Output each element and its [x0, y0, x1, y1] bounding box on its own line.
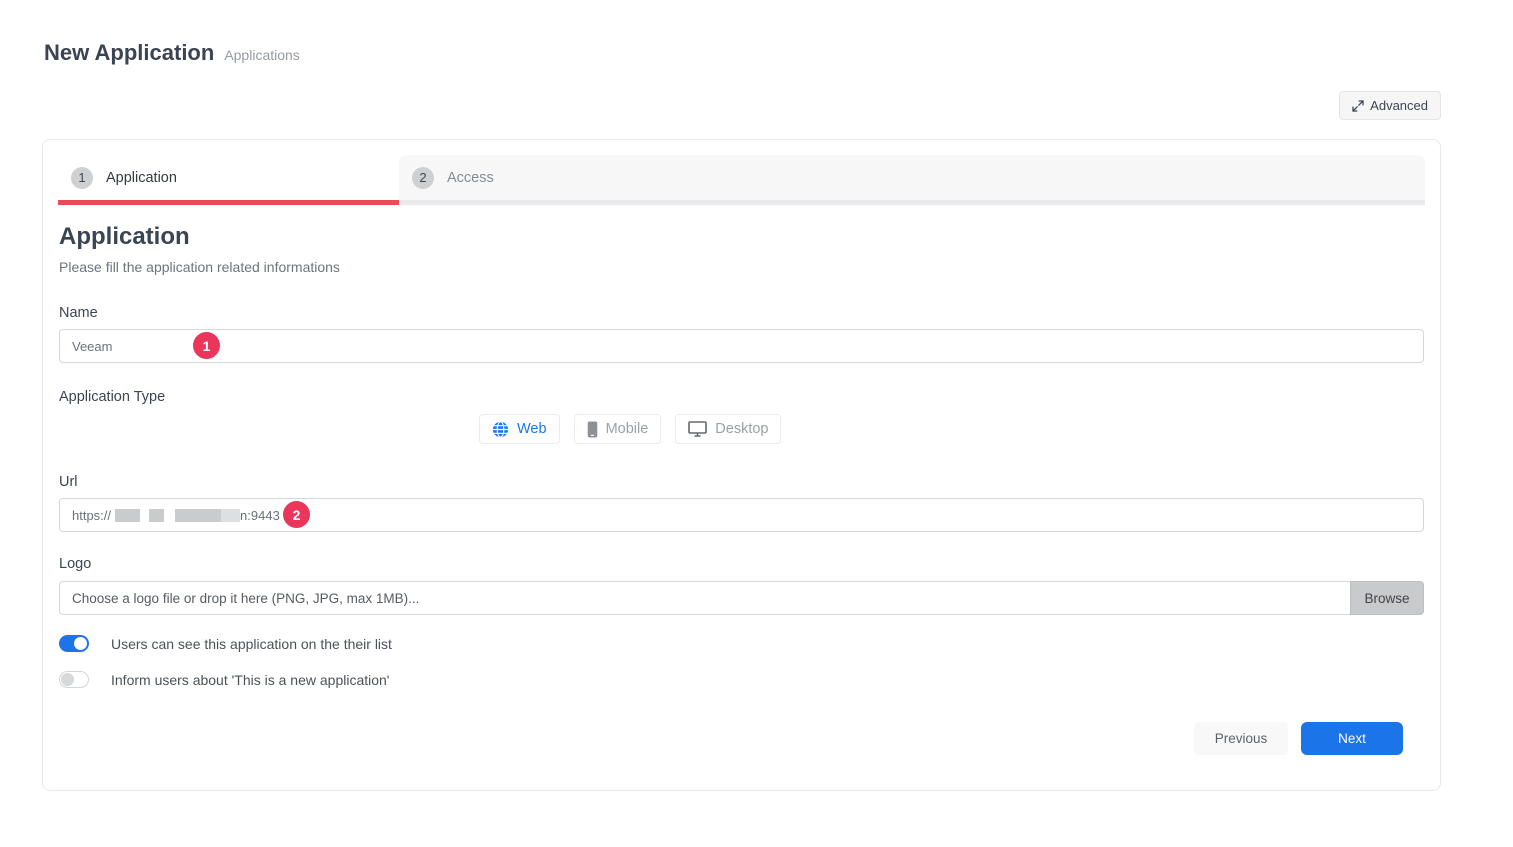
annotation-badge-1: 1 — [193, 332, 220, 359]
logo-label: Logo — [59, 556, 1424, 572]
next-button[interactable]: Next — [1301, 722, 1403, 755]
type-web-button[interactable]: Web — [479, 414, 560, 444]
type-mobile-label: Mobile — [606, 421, 649, 437]
redacted-block — [221, 509, 240, 522]
breadcrumb: Applications — [224, 47, 300, 63]
type-mobile-button[interactable]: Mobile — [574, 414, 662, 444]
section-subheading: Please fill the application related info… — [59, 259, 1424, 275]
toolbar: Advanced — [42, 91, 1441, 120]
name-field-wrap: 1 — [59, 329, 1424, 363]
redacted-block — [115, 509, 140, 522]
name-label: Name — [59, 305, 1424, 321]
tab-application-label: Application — [106, 170, 177, 186]
name-input[interactable] — [59, 329, 1424, 363]
advanced-button-label: Advanced — [1370, 98, 1428, 113]
inform-users-toggle[interactable] — [59, 671, 89, 688]
url-label: Url — [59, 474, 1424, 490]
toggle-knob — [61, 673, 74, 686]
page-title: New Application — [44, 40, 214, 66]
tab-access[interactable]: 2 Access — [399, 155, 1425, 205]
mobile-icon — [587, 421, 598, 438]
application-type-label: Application Type — [59, 389, 1424, 405]
inform-users-toggle-label: Inform users about 'This is a new applic… — [111, 672, 389, 688]
url-value-suffix: n:9443 — [240, 508, 280, 523]
visibility-toggle-row: Users can see this application on the th… — [59, 635, 1424, 652]
url-input[interactable]: https:// n:9443 — [59, 498, 1424, 532]
globe-icon — [492, 421, 509, 438]
tab-application[interactable]: 1 Application — [58, 155, 399, 205]
logo-field-wrap: Choose a logo file or drop it here (PNG,… — [59, 581, 1424, 615]
tab-access-label: Access — [447, 170, 494, 186]
url-field-wrap: https:// n:9443 2 — [59, 498, 1424, 532]
toggle-knob — [74, 637, 87, 650]
desktop-icon — [688, 421, 707, 437]
wizard-footer: Previous Next — [59, 722, 1424, 755]
browse-button[interactable]: Browse — [1350, 581, 1424, 615]
annotation-badge-2: 2 — [283, 501, 310, 528]
page-header: New Application Applications — [0, 0, 1513, 66]
visibility-toggle[interactable] — [59, 635, 89, 652]
advanced-button[interactable]: Advanced — [1339, 91, 1441, 120]
section-heading: Application — [59, 223, 1424, 251]
step-number-badge: 1 — [71, 167, 93, 189]
form-content: Application Please fill the application … — [58, 223, 1425, 755]
type-web-label: Web — [517, 421, 547, 437]
wizard-card: 1 Application 2 Access Application Pleas… — [42, 139, 1441, 791]
redacted-block — [149, 509, 164, 522]
wizard-steps: 1 Application 2 Access — [58, 155, 1425, 205]
previous-button[interactable]: Previous — [1194, 722, 1288, 755]
visibility-toggle-label: Users can see this application on the th… — [111, 636, 392, 652]
redacted-block — [175, 509, 221, 522]
application-type-group: Web Mobile Desktop — [59, 414, 1424, 444]
inform-users-toggle-row: Inform users about 'This is a new applic… — [59, 671, 1424, 688]
step-number-badge: 2 — [412, 167, 434, 189]
type-desktop-button[interactable]: Desktop — [675, 414, 781, 444]
url-value-prefix: https:// — [72, 508, 111, 523]
type-desktop-label: Desktop — [715, 421, 768, 437]
logo-file-input[interactable]: Choose a logo file or drop it here (PNG,… — [59, 581, 1350, 615]
expand-arrows-icon — [1352, 100, 1364, 112]
